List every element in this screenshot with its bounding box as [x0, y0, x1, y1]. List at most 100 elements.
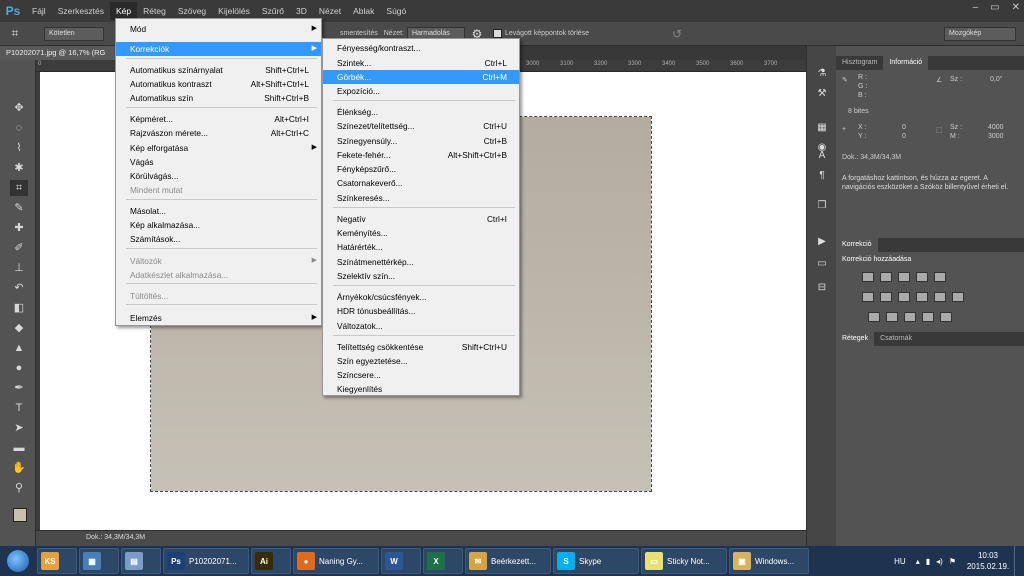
network-icon[interactable]: ▮ [926, 557, 930, 566]
exposure-adj-icon[interactable] [916, 272, 928, 282]
history-panel-icon[interactable]: ⚗ [814, 68, 830, 82]
color-balance-adj-icon[interactable] [880, 292, 892, 302]
taskbar-button[interactable]: KS [37, 548, 77, 574]
show-desktop-button[interactable] [1014, 546, 1024, 576]
menu-9[interactable]: Ablak [347, 2, 380, 20]
stamp-tool-icon[interactable]: ⊥ [10, 260, 28, 276]
kep-menu-item[interactable]: Másolat... [116, 204, 321, 218]
eyedropper-icon[interactable]: ✎ [10, 200, 28, 216]
hue-sat-adj-icon[interactable] [862, 292, 874, 302]
korrekciok-menu-item[interactable]: Fényesség/kontraszt... [323, 41, 519, 55]
blur-tool-icon[interactable]: ▲ [10, 340, 28, 356]
curves-adj-icon[interactable] [898, 272, 910, 282]
delete-pixels-checkbox[interactable] [492, 29, 502, 38]
color-lookup-adj-icon[interactable] [952, 292, 964, 302]
brush-tool-icon[interactable]: ✐ [10, 240, 28, 256]
zoom-tool-icon[interactable]: ⚲ [10, 480, 28, 496]
korrekciok-menu-item[interactable]: Szintek... Ctrl+L [323, 56, 519, 70]
korrekciok-menu-item[interactable]: Határérték... [323, 240, 519, 254]
actions-panel-icon[interactable]: ▶ [814, 236, 830, 250]
kep-menu-item[interactable]: Körülvágás... [116, 169, 321, 183]
clock[interactable]: 10:03 2015.02.19. [962, 550, 1014, 572]
kep-menu-item[interactable]: Automatikus kontraszt Alt+Shift+Ctrl+L [116, 77, 321, 91]
korrekciok-menu-item[interactable]: Élénkség... [323, 105, 519, 119]
channel-mixer-adj-icon[interactable] [934, 292, 946, 302]
timeline-panel-icon[interactable]: ▭ [814, 258, 830, 272]
start-button[interactable] [0, 546, 36, 576]
korrekciok-menu-item[interactable]: Csatornakeverő... [323, 176, 519, 190]
taskbar-button[interactable]: ▣ Windows... [729, 548, 809, 574]
taskbar-button[interactable]: S Skype [553, 548, 639, 574]
close-icon[interactable]: ✕ [1012, 2, 1020, 13]
korrekciok-menu-item[interactable]: Kiegyenlítés [323, 382, 519, 396]
korrekciok-menu-item[interactable]: Árnyékok/csúcsfények... [323, 290, 519, 304]
brush-panel-icon[interactable]: ▦ [814, 122, 830, 136]
korrekciok-menu-item[interactable]: Keményítés... [323, 226, 519, 240]
lasso-tool-icon[interactable]: ⌇ [10, 140, 28, 156]
korrekciok-menu-item[interactable]: Színátmenettérkép... [323, 255, 519, 269]
kep-menu-item[interactable]: Kép elforgatása ▶ [116, 141, 321, 155]
paint-bucket-icon[interactable]: ◆ [10, 320, 28, 336]
taskbar-button[interactable]: W [381, 548, 421, 574]
kep-menu-item[interactable]: Kép alkalmazása... [116, 218, 321, 232]
korrekciok-menu-item[interactable]: Negatív Ctrl+I [323, 212, 519, 226]
korrekciok-menu-item[interactable]: Fényképszűrő... [323, 162, 519, 176]
healing-brush-icon[interactable]: ✚ [10, 220, 28, 236]
invert-adj-icon[interactable] [868, 312, 880, 322]
move-tool-icon[interactable]: ✥ [10, 100, 28, 116]
tool-presets-icon[interactable]: ⚒ [814, 88, 830, 102]
taskbar-button[interactable]: X [423, 548, 463, 574]
taskbar-button[interactable]: ▭ Sticky Not... [641, 548, 727, 574]
hand-tool-icon[interactable]: ✋ [10, 460, 28, 476]
dodge-tool-icon[interactable]: ● [10, 360, 28, 376]
taskbar-button[interactable]: Ps P10202071... [163, 548, 249, 574]
tray-arrow-icon[interactable]: ▴ [916, 557, 920, 566]
document-tab[interactable]: P10202071.jpg @ 16,7% (RG [0, 46, 120, 60]
vibrance-adj-icon[interactable] [934, 272, 946, 282]
kep-menu-item[interactable]: Vágás [116, 155, 321, 169]
selective-color-adj-icon[interactable] [922, 312, 934, 322]
kep-menu-item[interactable]: Mód ▶ [116, 22, 321, 36]
tab-layers[interactable]: Rétegek [836, 332, 875, 346]
kep-menu-item[interactable]: Elemzés ▶ [116, 311, 321, 325]
flag-icon[interactable]: ⚑ [949, 557, 956, 566]
type-tool-icon[interactable]: T [10, 400, 28, 416]
kep-menu-item[interactable]: Automatikus színárnyalat Shift+Ctrl+L [116, 63, 321, 77]
tab-adjustments[interactable]: Korrekció [836, 238, 878, 252]
minimize-icon[interactable]: – [973, 2, 979, 13]
korrekciok-menu-item[interactable]: Színegyensúly... Ctrl+B [323, 134, 519, 148]
maximize-icon[interactable]: ▭ [990, 2, 999, 13]
threshold-adj-icon[interactable] [904, 312, 916, 322]
tab-info[interactable]: Információ [883, 56, 929, 70]
character-panel-icon[interactable]: A [814, 150, 830, 164]
korrekciok-menu-item[interactable]: Expozíció... [323, 84, 519, 98]
tab-channels[interactable]: Csatornák [874, 332, 918, 346]
menu-1[interactable]: Szerkesztés [52, 2, 110, 20]
bw-adj-icon[interactable] [898, 292, 910, 302]
marquee-tool-icon[interactable]: ◌ [10, 120, 28, 136]
korrekciok-menu-item[interactable]: Színkeresés... [323, 191, 519, 205]
ratio-select[interactable]: Kötetlen [44, 26, 104, 41]
eraser-icon[interactable]: ◧ [10, 300, 28, 316]
korrekciok-menu-item[interactable]: Szín egyeztetése... [323, 354, 519, 368]
taskbar-button[interactable]: ✉ Beérkezett... [465, 548, 551, 574]
history-brush-icon[interactable]: ↶ [10, 280, 28, 296]
korrekciok-menu-item[interactable]: Színcsere... [323, 368, 519, 382]
path-select-icon[interactable]: ➤ [10, 420, 28, 436]
menu-10[interactable]: Súgó [380, 2, 412, 20]
gradient-map-adj-icon[interactable] [940, 312, 952, 322]
reset-icon[interactable]: ↺ [672, 27, 682, 41]
levels-adj-icon[interactable] [880, 272, 892, 282]
taskbar-button[interactable]: ● Naning Gy... [293, 548, 379, 574]
kep-menu-item[interactable]: Automatikus szín Shift+Ctrl+B [116, 91, 321, 105]
korrekciok-menu-item[interactable]: Görbék... Ctrl+M [323, 70, 519, 84]
3d-panel-icon[interactable]: ❒ [814, 200, 830, 214]
crop-tool-icon[interactable]: ⌗ [10, 180, 28, 196]
properties-panel-icon[interactable]: ⊟ [814, 282, 830, 296]
volume-icon[interactable]: ◂) [936, 557, 943, 566]
taskbar-button[interactable]: Ai [251, 548, 291, 574]
korrekciok-menu-item[interactable]: Fekete-fehér... Alt+Shift+Ctrl+B [323, 148, 519, 162]
kep-menu-item[interactable]: Képméret... Alt+Ctrl+I [116, 112, 321, 126]
menu-0[interactable]: Fájl [26, 2, 52, 20]
language-indicator[interactable]: HU [894, 557, 906, 566]
